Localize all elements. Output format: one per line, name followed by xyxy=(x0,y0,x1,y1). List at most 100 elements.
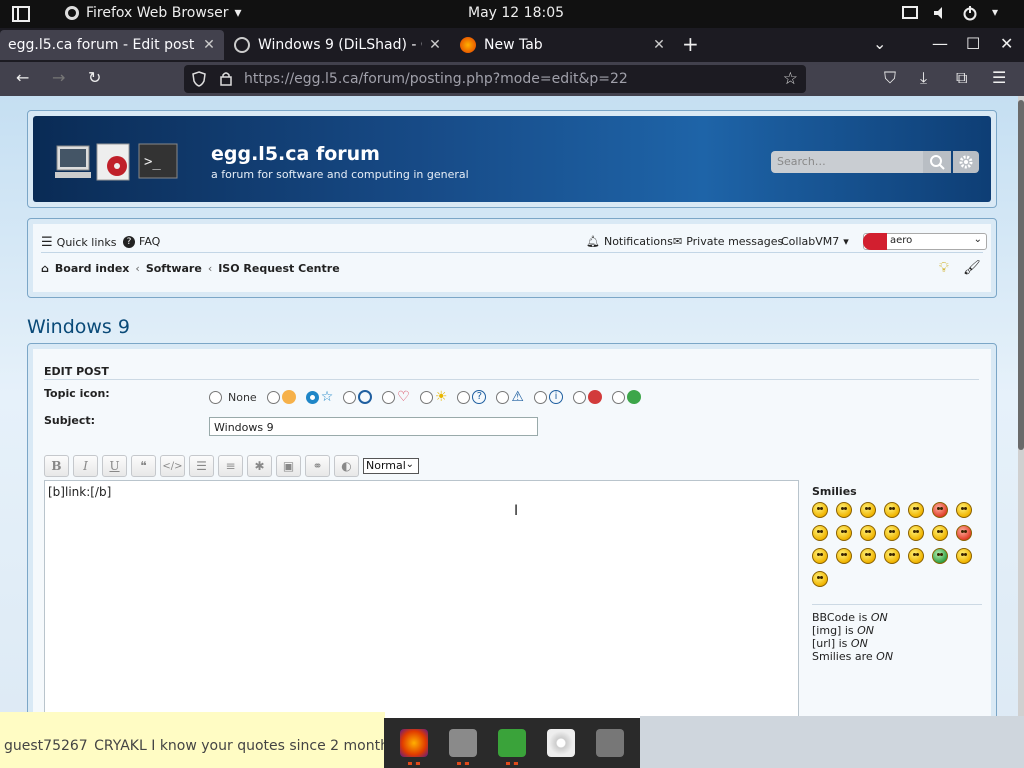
search-button[interactable] xyxy=(923,151,951,173)
lock-icon[interactable] xyxy=(220,71,232,86)
smiley-icon[interactable] xyxy=(956,502,972,518)
tab-windows9[interactable]: Windows 9 (DiLShad) - Cr ✕ xyxy=(226,30,450,60)
smiley-icon[interactable] xyxy=(812,571,828,587)
topic-icon-radio-fire[interactable] xyxy=(266,390,280,404)
menu-hamburger-icon[interactable]: ☰ xyxy=(992,70,1006,86)
app-menu[interactable]: Firefox Web Browser ▾ xyxy=(64,5,242,21)
smiley-icon[interactable] xyxy=(908,548,924,564)
user-menu[interactable]: CollabVM7 ▾ xyxy=(781,235,849,248)
topic-icon-radio-sun[interactable] xyxy=(419,390,433,404)
breadcrumb-software[interactable]: Software xyxy=(146,262,202,275)
maximize-icon[interactable]: ☐ xyxy=(966,34,980,53)
smiley-icon[interactable] xyxy=(836,502,852,518)
italic-button[interactable]: I xyxy=(73,455,98,477)
smiley-icon[interactable] xyxy=(956,525,972,541)
site-logo[interactable]: >_ xyxy=(55,142,179,187)
bookmark-star-icon[interactable]: ☆ xyxy=(783,69,798,89)
close-window-icon[interactable]: ✕ xyxy=(1000,34,1013,53)
topic-title[interactable]: Windows 9 xyxy=(27,316,130,338)
smiley-icon[interactable] xyxy=(860,525,876,541)
private-messages-link[interactable]: ✉ Private messages xyxy=(673,235,783,248)
clock[interactable]: May 12 18:05 xyxy=(468,5,564,21)
tab-edit-post[interactable]: egg.l5.ca forum - Edit post ✕ xyxy=(0,30,224,60)
bullet-list-button[interactable]: ☰ xyxy=(189,455,214,477)
notifications-link[interactable]: 🔔︎ Notifications xyxy=(586,235,673,248)
list-all-tabs-icon[interactable]: ⌄ xyxy=(873,34,886,53)
style-select[interactable]: aero ⌄ xyxy=(863,233,987,250)
system-menu-chevron-icon[interactable]: ▾ xyxy=(992,5,1008,21)
topic-icon-radio-grin[interactable] xyxy=(611,390,625,404)
activities-icon[interactable] xyxy=(12,5,30,23)
new-tab-plus-icon[interactable]: + xyxy=(682,34,699,54)
smiley-icon[interactable] xyxy=(932,525,948,541)
brush-icon[interactable]: 🖌︎ xyxy=(963,260,981,276)
window-thumbnails[interactable] xyxy=(640,716,1024,768)
page-scrollbar[interactable] xyxy=(1018,96,1024,768)
back-icon[interactable]: ← xyxy=(16,70,29,86)
font-size-select[interactable]: Normal ⌄ xyxy=(363,458,419,474)
topic-icon-radio-warning[interactable] xyxy=(496,390,510,404)
smiley-icon[interactable] xyxy=(884,502,900,518)
topic-icon-radio-star[interactable] xyxy=(305,390,319,404)
breadcrumb-iso-request-centre[interactable]: ISO Request Centre xyxy=(218,262,339,275)
topic-icon-radio-radioactive[interactable] xyxy=(343,390,357,404)
screen-icon[interactable] xyxy=(902,5,918,21)
smiley-icon[interactable] xyxy=(884,548,900,564)
color-button[interactable]: ◐ xyxy=(334,455,359,477)
volume-icon[interactable] xyxy=(932,5,948,21)
archive-manager-icon[interactable] xyxy=(497,729,526,765)
code-button[interactable]: </> xyxy=(160,455,185,477)
smiley-icon[interactable] xyxy=(956,548,972,564)
lightbulb-icon[interactable]: 💡︎ xyxy=(939,260,949,276)
search-input[interactable]: Search… xyxy=(771,151,923,173)
smiley-icon[interactable] xyxy=(932,502,948,518)
subject-field[interactable]: Windows 9 xyxy=(209,417,538,436)
underline-button[interactable]: U xyxy=(102,455,127,477)
topic-icon-radio-heart[interactable] xyxy=(382,390,396,404)
smiley-icon[interactable] xyxy=(836,548,852,564)
smiley-icon[interactable] xyxy=(812,525,828,541)
file-manager-icon[interactable] xyxy=(449,729,478,765)
advanced-search-button[interactable] xyxy=(953,151,979,173)
numbered-list-button[interactable]: ≡ xyxy=(218,455,243,477)
scrollbar-thumb[interactable] xyxy=(1018,100,1024,450)
topic-icon-radio-sad[interactable] xyxy=(572,390,586,404)
firefox-icon[interactable] xyxy=(400,729,429,765)
link-button[interactable]: ⚭ xyxy=(305,455,330,477)
list-item-button[interactable]: ✱ xyxy=(247,455,272,477)
reload-icon[interactable]: ↻ xyxy=(88,70,101,86)
tracking-shield-icon[interactable] xyxy=(192,71,206,87)
close-tab-icon[interactable]: ✕ xyxy=(202,38,216,52)
smiley-icon[interactable] xyxy=(812,502,828,518)
minimize-icon[interactable]: — xyxy=(932,34,948,53)
quote-button[interactable]: ❝ xyxy=(131,455,156,477)
site-title[interactable]: egg.l5.ca forum xyxy=(211,143,380,165)
topic-icon-radio-none[interactable] xyxy=(209,390,222,404)
pocket-icon[interactable]: ⛉ xyxy=(884,70,896,86)
close-tab-icon[interactable]: ✕ xyxy=(428,38,442,52)
close-tab-icon[interactable]: ✕ xyxy=(652,38,666,52)
topic-icon-radio-question[interactable] xyxy=(457,390,471,404)
downloads-icon[interactable]: ⤓ xyxy=(920,70,927,86)
smiley-icon[interactable] xyxy=(860,502,876,518)
disc-icon[interactable] xyxy=(546,729,575,757)
smiley-icon[interactable] xyxy=(932,548,948,564)
smiley-icon[interactable] xyxy=(836,525,852,541)
smiley-icon[interactable] xyxy=(812,548,828,564)
trash-icon[interactable] xyxy=(595,729,624,757)
smiley-icon[interactable] xyxy=(908,502,924,518)
breadcrumb-board-index[interactable]: Board index xyxy=(55,262,130,275)
forward-icon[interactable]: → xyxy=(52,70,65,86)
smiley-icon[interactable] xyxy=(908,525,924,541)
topic-icon-radio-info[interactable] xyxy=(533,390,547,404)
power-icon[interactable] xyxy=(962,5,978,21)
smiley-icon[interactable] xyxy=(884,525,900,541)
tab-new-tab[interactable]: New Tab ✕ xyxy=(452,30,674,60)
image-button[interactable]: ▣ xyxy=(276,455,301,477)
quick-links-menu[interactable]: ☰ Quick links xyxy=(41,235,116,250)
extensions-icon[interactable]: ⧉ xyxy=(956,70,967,86)
faq-link[interactable]: ? FAQ xyxy=(123,235,160,248)
smiley-icon[interactable] xyxy=(860,548,876,564)
bold-button[interactable]: B xyxy=(44,455,69,477)
address-bar[interactable]: https://egg.l5.ca/forum/posting.php?mode… xyxy=(184,65,806,93)
